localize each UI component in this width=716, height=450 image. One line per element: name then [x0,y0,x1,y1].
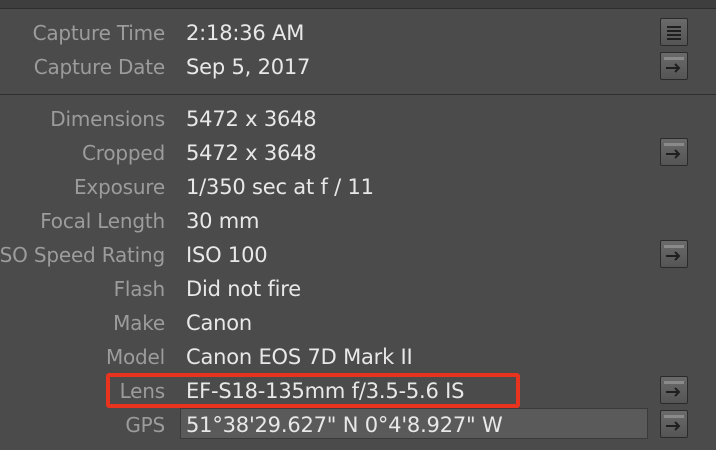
value-flash: Did not fire [186,277,301,301]
row-exposure: Exposure 1/350 sec at f / 11 [0,170,716,204]
row-iso: ISO Speed Rating ISO 100 [0,238,716,272]
value-make: Canon [186,311,252,335]
label-cropped: Cropped [82,141,165,165]
label-gps: GPS [125,413,165,437]
value-exposure: 1/350 sec at f / 11 [186,175,374,199]
value-iso: ISO 100 [186,243,268,267]
value-capture-time: 2:18:36 AM [186,21,305,45]
value-model: Canon EOS 7D Mark II [186,345,413,369]
value-cropped: 5472 x 3648 [186,141,317,165]
row-capture-date: Capture Date Sep 5, 2017 [0,50,716,84]
list-icon[interactable] [660,18,688,46]
arrow-right-icon[interactable] [660,138,688,166]
value-gps[interactable]: 51°38'29.627" N 0°4'8.927" W [186,413,503,437]
value-focal-length: 30 mm [186,209,260,233]
label-focal-length: Focal Length [40,209,165,233]
row-dimensions: Dimensions 5472 x 3648 [0,102,716,136]
label-dimensions: Dimensions [50,107,165,131]
row-make: Make Canon [0,306,716,340]
arrow-right-icon[interactable] [660,376,688,404]
label-iso: ISO Speed Rating [0,243,165,267]
row-model: Model Canon EOS 7D Mark II [0,340,716,374]
value-dimensions: 5472 x 3648 [186,107,317,131]
section-divider [0,94,716,95]
label-model: Model [105,345,165,369]
row-focal-length: Focal Length 30 mm [0,204,716,238]
row-flash: Flash Did not fire [0,272,716,306]
label-capture-time: Capture Time [32,21,166,45]
label-exposure: Exposure [74,175,165,199]
arrow-right-icon[interactable] [660,52,688,80]
metadata-panel: Capture Time 2:18:36 AM Capture Date Sep… [0,0,716,450]
label-flash: Flash [113,277,166,301]
row-cropped: Cropped 5472 x 3648 [0,136,716,170]
panel-top-strip [0,0,716,9]
row-capture-time: Capture Time 2:18:36 AM [0,16,716,50]
arrow-right-icon[interactable] [660,410,688,438]
arrow-right-icon[interactable] [660,240,688,268]
label-make: Make [113,311,165,335]
lens-highlight-box [106,373,520,408]
value-capture-date: Sep 5, 2017 [186,55,311,79]
row-gps: GPS 51°38'29.627" N 0°4'8.927" W [0,408,716,442]
label-capture-date: Capture Date [33,55,165,79]
